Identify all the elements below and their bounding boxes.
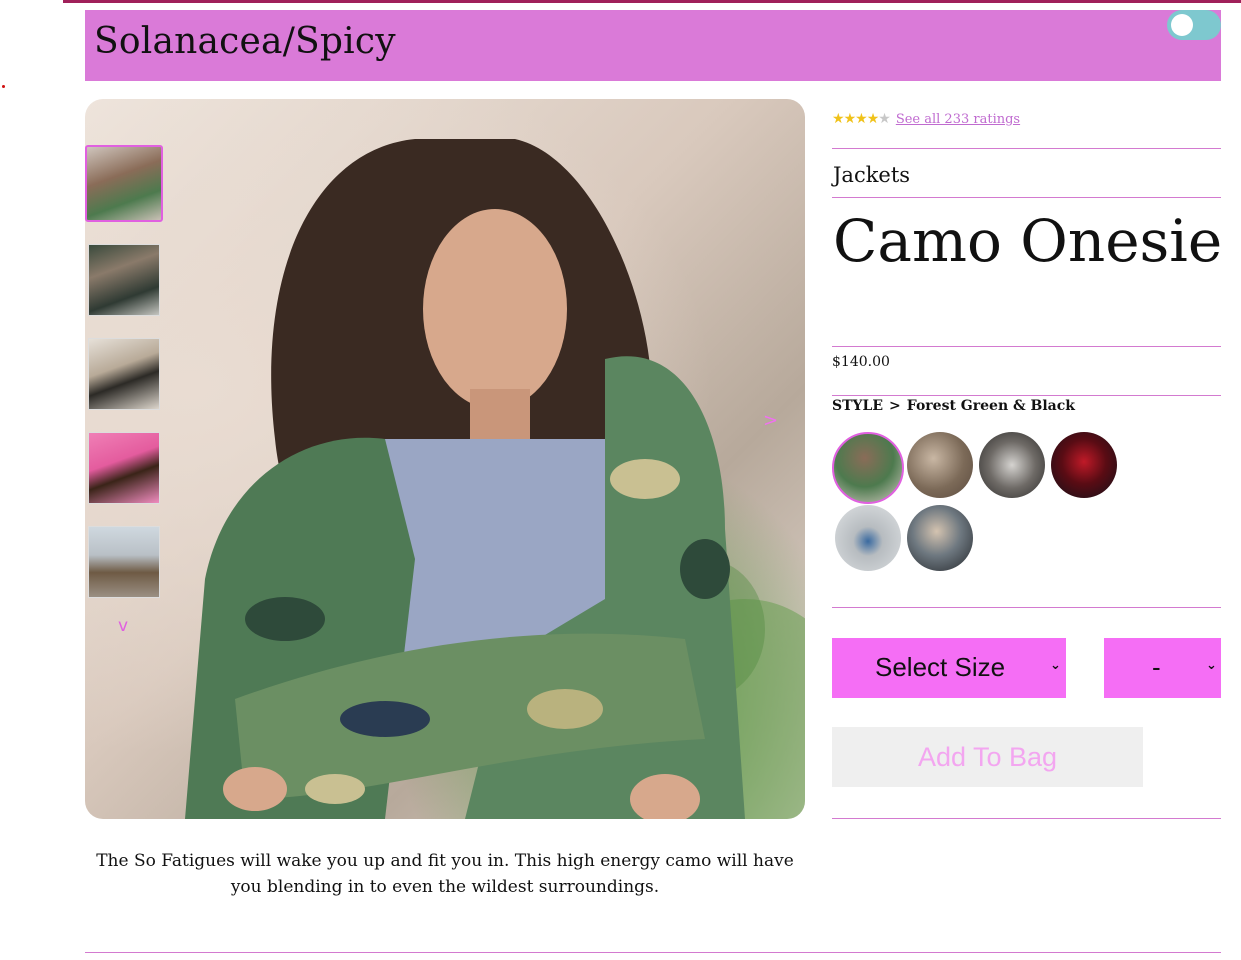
stray-dot <box>2 85 5 88</box>
divider <box>832 346 1221 347</box>
product-description: The So Fatigues will wake you up and fit… <box>96 851 794 897</box>
see-all-ratings-link[interactable]: See all 233 ratings <box>896 112 1020 127</box>
model-photo <box>185 139 805 819</box>
thumbnail-2[interactable] <box>88 244 160 316</box>
size-select-value: Select Size <box>875 652 1006 682</box>
add-to-bag-button[interactable]: Add To Bag <box>832 727 1143 787</box>
star-icon: ★ <box>843 111 857 127</box>
star-icon: ★ <box>855 111 868 127</box>
divider <box>832 197 1221 198</box>
quantity-select-value: - <box>1152 652 1161 682</box>
chevron-down-icon: ⌄ <box>1206 658 1217 673</box>
size-select[interactable]: Select Size ⌄ <box>832 638 1066 698</box>
style-separator: > <box>889 398 901 414</box>
style-swatch-4[interactable] <box>1051 432 1117 498</box>
thumbnail-5[interactable] <box>88 526 160 598</box>
style-label: STYLE <box>832 398 884 414</box>
chevron-down-icon: ⌄ <box>1050 658 1061 673</box>
rating-stars: ★★★★★ <box>832 111 891 127</box>
bottom-rule <box>85 952 1221 953</box>
divider <box>832 607 1221 608</box>
product-price: $140.00 <box>832 354 890 370</box>
product-category[interactable]: Jackets <box>833 163 910 187</box>
thumbnail-1[interactable] <box>85 145 163 222</box>
style-swatch-1[interactable] <box>832 432 904 504</box>
star-empty-icon: ★ <box>878 111 891 127</box>
quantity-select[interactable]: - ⌄ <box>1104 638 1221 698</box>
product-rating: ★★★★★ See all 233 ratings <box>832 111 1020 127</box>
style-swatch-6[interactable] <box>907 505 973 571</box>
style-swatch-3[interactable] <box>979 432 1045 498</box>
style-value: Forest Green & Black <box>906 398 1075 414</box>
star-icon: ★ <box>866 111 880 127</box>
main-product-image <box>85 99 805 819</box>
top-rule <box>63 0 1241 3</box>
style-swatch-2[interactable] <box>907 432 973 498</box>
style-selection-label: STYLE > Forest Green & Black <box>832 398 1075 414</box>
product-title: Camo Onesie <box>833 207 1223 275</box>
star-icon: ★ <box>832 111 845 127</box>
divider <box>832 148 1221 149</box>
thumbnail-4[interactable] <box>88 432 160 504</box>
brand-title[interactable]: Solanacea/Spicy <box>94 24 396 60</box>
divider <box>832 818 1221 819</box>
thumbnails-down-arrow[interactable]: v <box>118 616 128 636</box>
divider <box>832 395 1221 396</box>
style-swatch-5[interactable] <box>835 505 901 571</box>
next-image-arrow[interactable]: > <box>763 410 778 431</box>
thumbnail-3[interactable] <box>88 338 160 410</box>
theme-toggle[interactable] <box>1167 10 1221 40</box>
toggle-knob <box>1171 14 1193 36</box>
site-header: Solanacea/Spicy <box>85 10 1221 81</box>
